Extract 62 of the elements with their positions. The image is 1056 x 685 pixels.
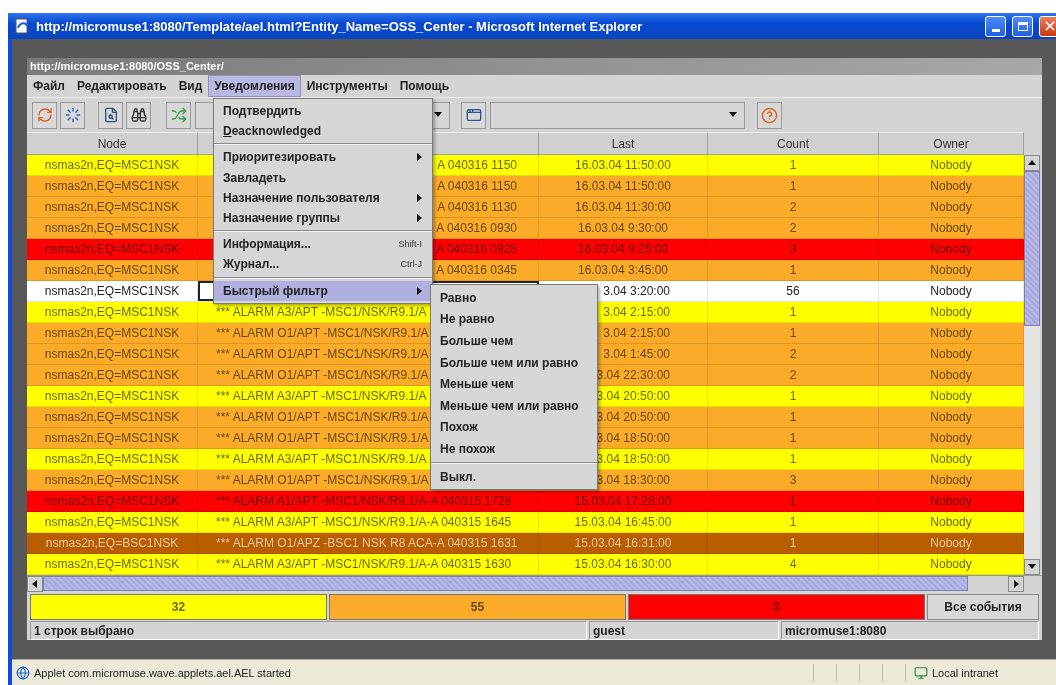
table-cell: 16.03.04 11:50:00 — [539, 176, 708, 197]
table-cell: 1 — [708, 302, 879, 323]
table-cell: 1 — [708, 533, 879, 554]
table-cell: nsmas2n,EQ=MSC1NSK — [27, 197, 198, 218]
selection-status: 1 строк выбрано — [30, 621, 587, 640]
table-cell: 1 — [708, 386, 879, 407]
table-cell: nsmas2n,EQ=MSC1NSK — [27, 491, 198, 512]
table-cell: 16.03.04 11:30:00 — [539, 197, 708, 218]
table-cell: 16.03.04 11:50:00 — [539, 155, 708, 176]
table-cell: nsmas2n,EQ=MSC1NSK — [27, 260, 198, 281]
zone-label: Local intranet — [932, 666, 999, 679]
shortcut-label: Ctrl-J — [400, 259, 422, 270]
table-cell: 15.03.04 16:45:00 — [539, 512, 708, 533]
table-cell: 15.03.04 17:28:00 — [539, 491, 708, 512]
table-cell: 4 — [708, 554, 879, 575]
table-cell: nsmas2n,EQ=MSC1NSK — [27, 155, 198, 176]
applet-title: http://micromuse1:8080/OSS_Center/ — [30, 60, 224, 73]
table-cell: *** ALARM A1/APT -MSC1/NSK/R9.1/A-A 040315 1728 — [198, 491, 539, 512]
table-cell: 1 — [708, 407, 879, 428]
table-cell: nsmas2n,EQ=MSC1NSK — [27, 323, 198, 344]
table-cell: nsmas2n,EQ=MSC1NSK — [27, 512, 198, 533]
shortcut-label: Shift-I — [398, 239, 422, 250]
table-cell: nsmas2n,EQ=MSC1NSK — [27, 344, 198, 365]
table-cell: nsmas2n,EQ=MSC1NSK — [27, 239, 198, 260]
table-cell: nsmas2n,EQ=MSC1NSK — [27, 302, 198, 323]
table-cell: nsmas2n,EQ=MSC1NSK — [27, 365, 198, 386]
table-cell: 56 — [708, 281, 879, 302]
table-cell: 2 — [708, 365, 879, 386]
table-cell: 1 — [708, 176, 879, 197]
table-cell: 2 — [708, 218, 879, 239]
table-cell: 3 — [708, 470, 879, 491]
table-cell: 1 — [708, 260, 879, 281]
table-cell: nsmas2n,EQ=MSC1NSK — [27, 554, 198, 575]
window-title: http://micromuse1:8080/Template/ael.html?Entity_Name=OSS_Center - Microsoft Internet Explorer — [36, 18, 644, 34]
table-cell: 1 — [708, 512, 879, 533]
table-cell: 1 — [708, 155, 879, 176]
table-cell: nsmas2n,EQ=MSC1NSK — [27, 449, 198, 470]
table-cell: nsmas2n,EQ=MSC1NSK — [27, 470, 198, 491]
table-cell: 3 — [708, 239, 879, 260]
table-cell: 16.03.04 9:25:00 — [539, 239, 708, 260]
table-cell: nsmas2n,EQ=BSC1NSK — [27, 533, 198, 554]
table-cell: *** ALARM O1/APZ -BSC1 NSK R8 ACA-A 040315 1631 — [198, 533, 539, 554]
table-cell: *** ALARM A3/APT -MSC1/NSK/R9.1/A-A 040315 1645 — [198, 512, 539, 533]
table-cell: 15.03.04 16:30:00 — [539, 554, 708, 575]
table-cell: 1 — [708, 428, 879, 449]
table-cell: 15.03.04 16:31:00 — [539, 533, 708, 554]
table-cell: nsmas2n,EQ=MSC1NSK — [27, 428, 198, 449]
table-cell: 2 — [708, 197, 879, 218]
table-cell: 1 — [708, 491, 879, 512]
user-status: guest — [589, 621, 779, 640]
table-cell: nsmas2n,EQ=MSC1NSK — [27, 407, 198, 428]
table-cell: nsmas2n,EQ=MSC1NSK — [27, 218, 198, 239]
table-cell: *** ALARM A3/APT -MSC1/NSK/R9.1/A-A 040315 1630 — [198, 554, 539, 575]
status-message: Applet com.micromuse.wave.applets.ael.AEL started — [34, 666, 292, 679]
table-cell: nsmas2n,EQ=MSC1NSK — [27, 176, 198, 197]
table-cell: 16.03.04 9:30:00 — [539, 218, 708, 239]
table-cell: 1 — [708, 323, 879, 344]
table-cell: 2 — [708, 344, 879, 365]
server-status: micromuse1:8080 — [781, 621, 1039, 640]
table-cell: 16.03.04 3:45:00 — [539, 260, 708, 281]
table-cell: 1 — [708, 449, 879, 470]
table-cell: nsmas2n,EQ=MSC1NSK — [27, 386, 198, 407]
